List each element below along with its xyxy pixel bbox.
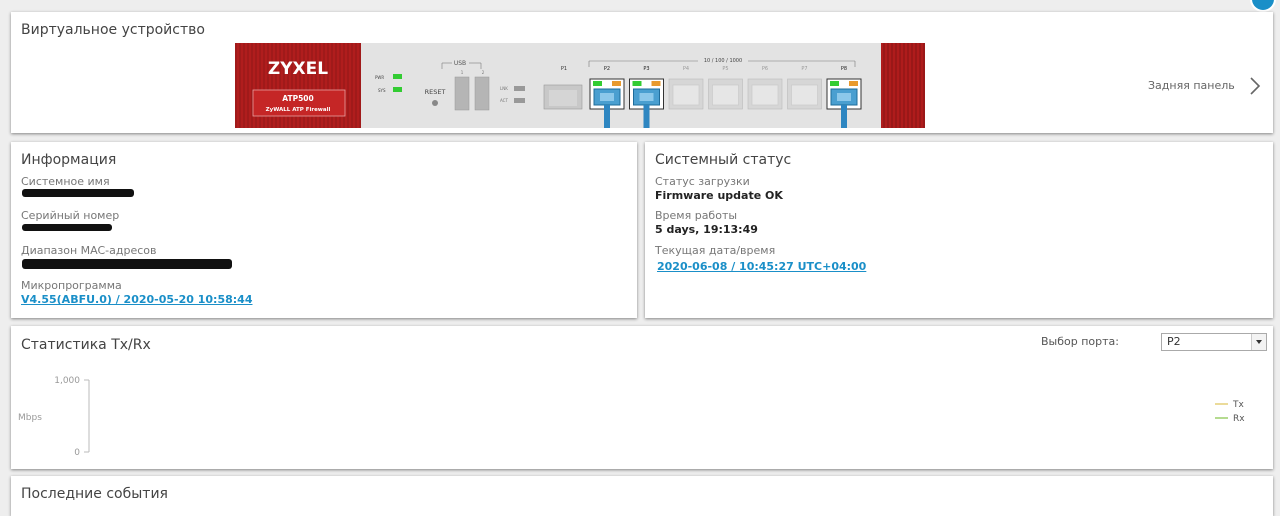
port-label-p6: P6 [762,66,768,72]
uptime-value: 5 days, 19:13:49 [655,223,758,236]
txrx-card: Статистика Tx/Rx Выбор порта: P2 1,000 0 M… [11,326,1273,469]
port-label-p7: P7 [801,66,807,72]
y-axis-label: Mbps [18,413,42,423]
port-p7[interactable] [787,78,822,110]
port-label-p3: P3 [643,66,649,72]
usb-port-1 [454,76,470,111]
boot-status-value: Firmware update OK [655,189,783,202]
chevron-right-icon[interactable] [1248,76,1262,96]
reset-button [432,100,438,106]
system-status-card: Системный статус Статус загрузки Firmwar… [645,142,1273,318]
port-label-p4: P4 [683,66,689,72]
device-model: ATP500 [282,94,314,103]
datetime-link[interactable]: 2020-06-08 / 10:45:27 UTC+04:00 [657,260,866,273]
txrx-chart: 1,000 0 Mbps Tx Rx [18,376,1245,458]
information-card: Информация Системное имя Серийный номер … [11,142,637,318]
legend-label-tx: Tx [1232,400,1244,410]
datetime-label: Текущая дата/время [655,244,776,257]
boot-status-label: Статус загрузки [655,175,750,188]
recent-events-title: Последние события [21,486,168,502]
mac-range-label: Диапазон MAC-адресов [21,244,157,257]
port-label-p8: P8 [841,66,847,72]
port-label-p2: P2 [604,66,610,72]
virtual-device-card: Виртуальное устройство ZYXEL ATP500 ZyWA… [11,12,1273,133]
svg-text:USB: USB [454,60,466,67]
firmware-label: Микропрограмма [21,279,122,292]
serial-number-redacted [22,224,112,231]
sys-led [393,87,402,92]
usb-port-2 [474,76,490,111]
svg-text:2: 2 [482,70,485,75]
pwr-led [393,74,402,79]
svg-text:P1: P1 [561,66,567,72]
svg-text:LNK: LNK [500,86,508,91]
y-tick-label: 1,000 [54,376,80,386]
svg-text:RESET: RESET [425,88,446,96]
legend-label-rx: Rx [1233,414,1245,424]
recent-events-card: Последние события [11,476,1273,516]
y-tick-label: 0 [74,448,80,458]
svg-text:ACT: ACT [500,98,508,103]
svg-text:PWR: PWR [375,75,384,80]
mac-range-redacted [22,259,232,269]
device-brand: ZYXEL [268,59,328,79]
serial-number-label: Серийный номер [21,209,120,222]
port-label-p5: P5 [722,66,728,72]
svg-text:SYS: SYS [378,88,386,93]
system-status-title: Системный статус [655,152,792,168]
firmware-link[interactable]: V4.55(ABFU.0) / 2020-05-20 10:58:44 [21,293,252,306]
device-front-panel[interactable]: ZYXEL ATP500 ZyWALL ATP Firewall PWR SYS… [235,43,925,128]
svg-text:10 / 100 / 1000: 10 / 100 / 1000 [704,58,742,64]
virtual-device-title: Виртуальное устройство [21,22,205,38]
port-p4[interactable] [668,78,704,110]
svg-text:1: 1 [461,70,464,75]
information-title: Информация [21,152,117,168]
port-p6[interactable] [747,78,783,110]
port-p5[interactable] [708,78,743,110]
back-panel-link[interactable]: Задняя панель [1148,79,1235,92]
system-name-label: Системное имя [21,175,110,188]
uptime-label: Время работы [655,209,738,222]
help-icon[interactable] [1250,0,1276,12]
device-subtitle: ZyWALL ATP Firewall [266,107,331,113]
system-name-redacted [22,189,134,197]
